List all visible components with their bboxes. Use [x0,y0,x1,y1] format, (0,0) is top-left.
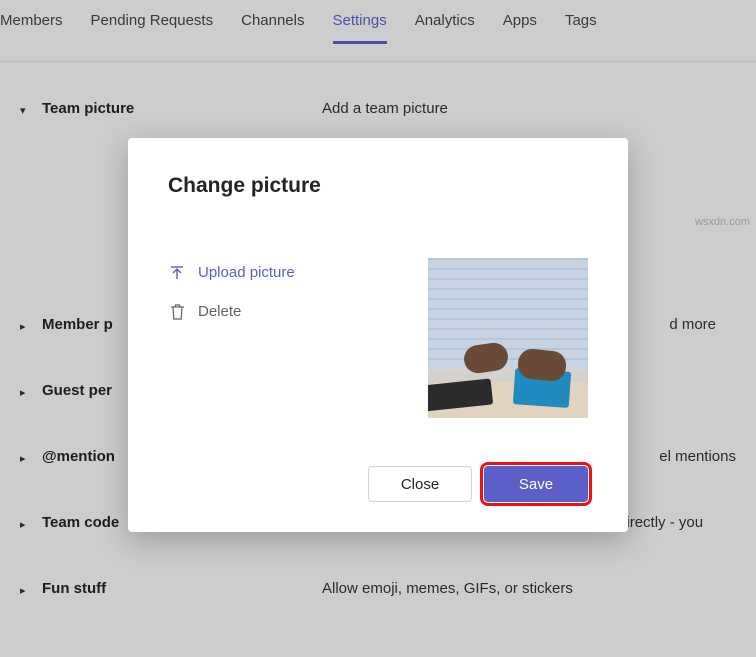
delete-picture-button[interactable]: Delete [168,303,295,320]
watermark: wsxdn.com [695,216,750,228]
save-button[interactable]: Save [484,466,588,502]
trash-icon [168,304,186,320]
upload-picture-label: Upload picture [198,264,295,281]
delete-picture-label: Delete [198,303,241,320]
picture-preview [428,258,588,418]
modal-overlay: Change picture Upload picture Delete [0,0,756,657]
upload-icon [168,265,186,281]
close-button[interactable]: Close [368,466,472,502]
upload-picture-button[interactable]: Upload picture [168,264,295,281]
change-picture-dialog: Change picture Upload picture Delete [128,138,628,532]
dialog-title: Change picture [168,174,588,198]
